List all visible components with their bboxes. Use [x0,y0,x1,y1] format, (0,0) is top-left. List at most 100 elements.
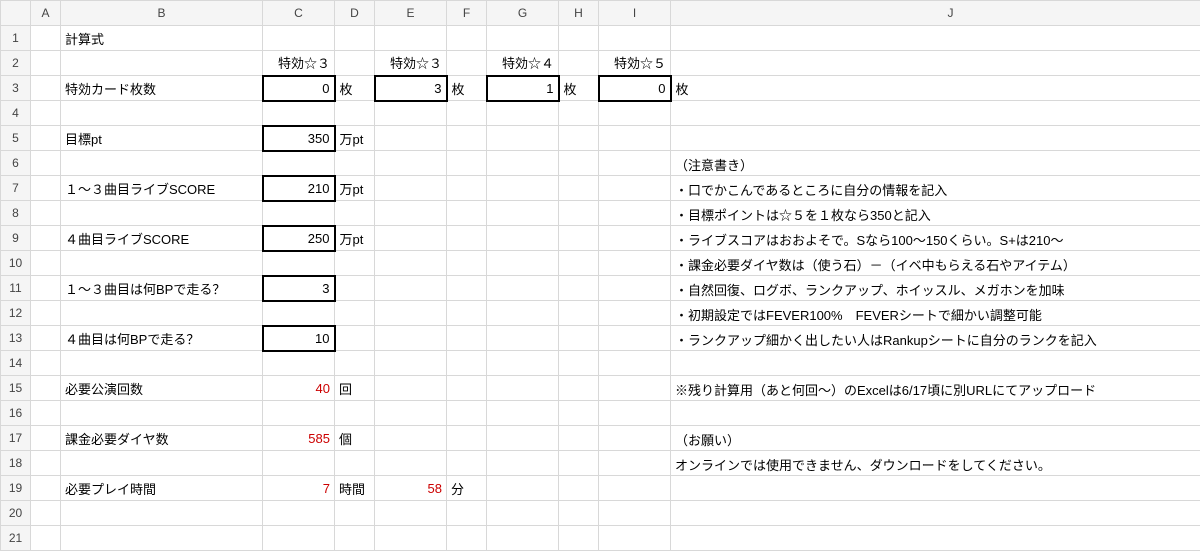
cell[interactable] [263,501,335,526]
cell-input[interactable]: 3 [263,276,335,301]
cell-unit[interactable]: 時間 [335,476,375,501]
cell[interactable] [559,476,599,501]
cell[interactable] [487,276,559,301]
cell[interactable] [375,351,447,376]
cell[interactable] [599,326,671,351]
cell-label[interactable]: 特効☆５ [599,51,671,76]
cell[interactable] [447,126,487,151]
cell[interactable] [671,401,1200,426]
cell[interactable] [487,526,559,551]
cell[interactable] [61,151,263,176]
cell-label[interactable]: ４曲目ライブSCORE [61,226,263,251]
cell[interactable] [61,501,263,526]
row-header[interactable]: 12 [1,301,31,326]
cell[interactable] [263,526,335,551]
cell-note[interactable]: ・初期設定ではFEVER100% FEVERシートで細かい調整可能 [671,301,1200,326]
cell[interactable] [599,476,671,501]
cell[interactable] [487,226,559,251]
cell[interactable] [31,426,61,451]
cell[interactable] [375,151,447,176]
cell[interactable] [599,226,671,251]
cell-label[interactable]: 目標pt [61,126,263,151]
cell[interactable] [671,26,1200,51]
cell[interactable] [375,26,447,51]
cell[interactable] [559,101,599,126]
row-header[interactable]: 16 [1,401,31,426]
col-header[interactable]: H [559,1,599,26]
cell[interactable] [559,26,599,51]
cell[interactable] [263,251,335,276]
cell[interactable] [31,351,61,376]
cell[interactable] [487,251,559,276]
cell[interactable] [487,151,559,176]
cell-note[interactable]: ・口でかこんであるところに自分の情報を記入 [671,176,1200,201]
cell-input[interactable]: 3 [375,76,447,101]
cell-input[interactable]: 350 [263,126,335,151]
cell-note[interactable]: ・目標ポイントは☆５を１枚なら350と記入 [671,201,1200,226]
cell[interactable] [61,201,263,226]
cell[interactable] [375,376,447,401]
cell[interactable] [487,326,559,351]
cell[interactable] [31,201,61,226]
cell[interactable] [599,151,671,176]
cell[interactable] [447,376,487,401]
cell[interactable] [31,26,61,51]
cell-label[interactable]: 特効カード枚数 [61,76,263,101]
cell[interactable] [61,526,263,551]
cell[interactable] [487,501,559,526]
cell[interactable] [599,251,671,276]
cell-label[interactable]: 特効☆３ [375,51,447,76]
cell[interactable] [447,251,487,276]
cell[interactable] [447,226,487,251]
cell[interactable] [31,101,61,126]
cell[interactable] [671,476,1200,501]
cell[interactable] [671,351,1200,376]
cell[interactable] [31,126,61,151]
row-header[interactable]: 13 [1,326,31,351]
cell-input[interactable]: 250 [263,226,335,251]
cell[interactable] [487,451,559,476]
cell[interactable] [559,426,599,451]
cell[interactable] [263,101,335,126]
cell[interactable] [671,526,1200,551]
cell[interactable] [263,151,335,176]
cell[interactable] [335,276,375,301]
cell-input[interactable]: 1 [487,76,559,101]
cell-note[interactable]: （お願い） [671,426,1200,451]
cell[interactable] [263,301,335,326]
cell[interactable] [559,301,599,326]
cell[interactable] [31,226,61,251]
row-header[interactable]: 11 [1,276,31,301]
row-header[interactable]: 19 [1,476,31,501]
cell-note[interactable]: ・課金必要ダイヤ数は（使う石）－（イベ中もらえる石やアイテム） [671,251,1200,276]
cell[interactable] [447,426,487,451]
cell[interactable] [671,51,1200,76]
row-header[interactable]: 5 [1,126,31,151]
cell[interactable] [599,276,671,301]
cell[interactable] [559,501,599,526]
row-header[interactable]: 15 [1,376,31,401]
cell[interactable] [31,51,61,76]
cell[interactable] [31,526,61,551]
cell[interactable] [31,176,61,201]
cell[interactable] [375,176,447,201]
cell-unit[interactable]: 万pt [335,126,375,151]
cell[interactable] [559,451,599,476]
cell[interactable] [335,351,375,376]
cell-label[interactable]: １～３曲目は何BPで走る？ [61,276,263,301]
col-header[interactable]: I [599,1,671,26]
cell-label[interactable]: 必要公演回数 [61,376,263,401]
cell[interactable] [599,426,671,451]
cell[interactable] [447,201,487,226]
cell[interactable] [375,251,447,276]
cell[interactable] [335,451,375,476]
cell[interactable] [31,326,61,351]
cell[interactable] [31,251,61,276]
cell[interactable] [375,526,447,551]
col-header[interactable]: G [487,1,559,26]
cell[interactable] [335,26,375,51]
cell[interactable] [375,126,447,151]
cell[interactable] [487,201,559,226]
cell[interactable] [447,51,487,76]
cell[interactable] [335,501,375,526]
